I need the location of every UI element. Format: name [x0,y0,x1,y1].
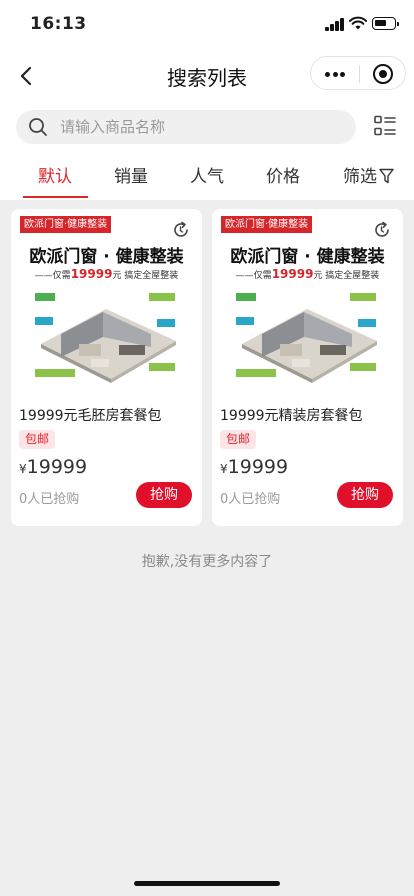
tab-price[interactable]: 价格 [266,162,300,187]
sold-count: 0人已抢购 [220,492,281,507]
product-image: 欧派门窗·健康整装 欧派门窗 · 健康整装 ——仅需19999元 搞定全屋整装 [11,209,202,394]
status-bar: 16:13 [0,0,414,48]
search-bar [16,110,356,144]
banner-title: 欧派门窗 · 健康整装 [29,247,184,267]
tab-active-indicator [23,196,88,198]
close-target-icon[interactable] [373,64,393,84]
more-icon[interactable] [325,72,348,91]
tab-popularity[interactable]: 人气 [190,162,224,187]
sort-tabs: 默认 销量 人气 价格 筛选 [0,158,414,198]
tab-filter[interactable]: 筛选 [343,162,394,187]
banner-subtitle: ——仅需19999元 搞定全屋整装 [34,267,179,281]
product-card[interactable]: 欧派门窗·健康整装 欧派门窗 · 健康整装 ——仅需19999元 搞定全屋整装 … [11,209,202,526]
product-card[interactable]: 欧派门窗·健康整装 欧派门窗 · 健康整装 ——仅需19999元 搞定全屋整装 … [212,209,403,526]
tab-filter-label: 筛选 [343,167,377,187]
promo-tag: 欧派门窗·健康整装 [221,216,313,233]
product-price: ¥19999 [19,456,88,478]
home-indicator [134,881,280,886]
tab-sales[interactable]: 销量 [114,162,148,187]
sold-count: 0人已抢购 [19,492,80,507]
search-input[interactable] [60,110,340,144]
free-shipping-tag: 包邮 [220,430,257,449]
wifi-icon [349,16,367,30]
banner-subtitle: ——仅需19999元 搞定全屋整装 [235,267,380,281]
product-image: 欧派门窗·健康整装 欧派门窗 · 健康整装 ——仅需19999元 搞定全屋整装 [212,209,403,394]
floor-plan-illustration [236,293,377,383]
battery-icon [372,17,399,30]
buy-button[interactable]: 抢购 [337,482,393,508]
list-layout-icon[interactable] [374,115,396,137]
buy-button[interactable]: 抢购 [136,482,192,508]
capsule-divider [359,65,360,83]
banner-title: 欧派门窗 · 健康整装 [230,247,385,267]
promo-tag: 欧派门窗·健康整装 [20,216,112,233]
filter-icon [379,168,394,184]
no-more-content-message: 抱歉,没有更多内容了 [141,554,273,570]
floor-plan-illustration [35,293,176,383]
free-shipping-tag: 包邮 [19,430,56,449]
product-price: ¥19999 [220,456,289,478]
refresh-icon [174,221,188,237]
product-name: 19999元精装房套餐包 [220,408,363,424]
tab-default[interactable]: 默认 [38,162,72,187]
status-time: 16:13 [30,14,87,34]
search-icon [29,118,47,136]
mini-program-capsule [310,56,406,90]
refresh-icon [375,221,389,237]
product-name: 19999元毛胚房套餐包 [19,408,162,424]
signal-icon [325,18,345,31]
